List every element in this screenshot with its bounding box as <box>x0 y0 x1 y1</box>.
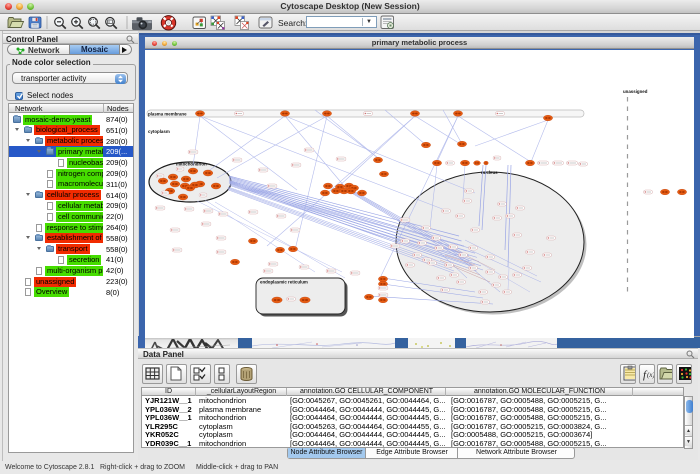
svg-text:(x): (x) <box>647 371 655 379</box>
svg-text:unassigned: unassigned <box>623 89 648 94</box>
svg-text:cytoplasm: cytoplasm <box>148 129 170 134</box>
svg-text:plasma membrane: plasma membrane <box>148 112 187 117</box>
svg-text:endoplasmic reticulum: endoplasmic reticulum <box>260 280 308 285</box>
svg-text:mitochondrion: mitochondrion <box>176 162 207 167</box>
svg-text:nucleus: nucleus <box>481 170 498 175</box>
